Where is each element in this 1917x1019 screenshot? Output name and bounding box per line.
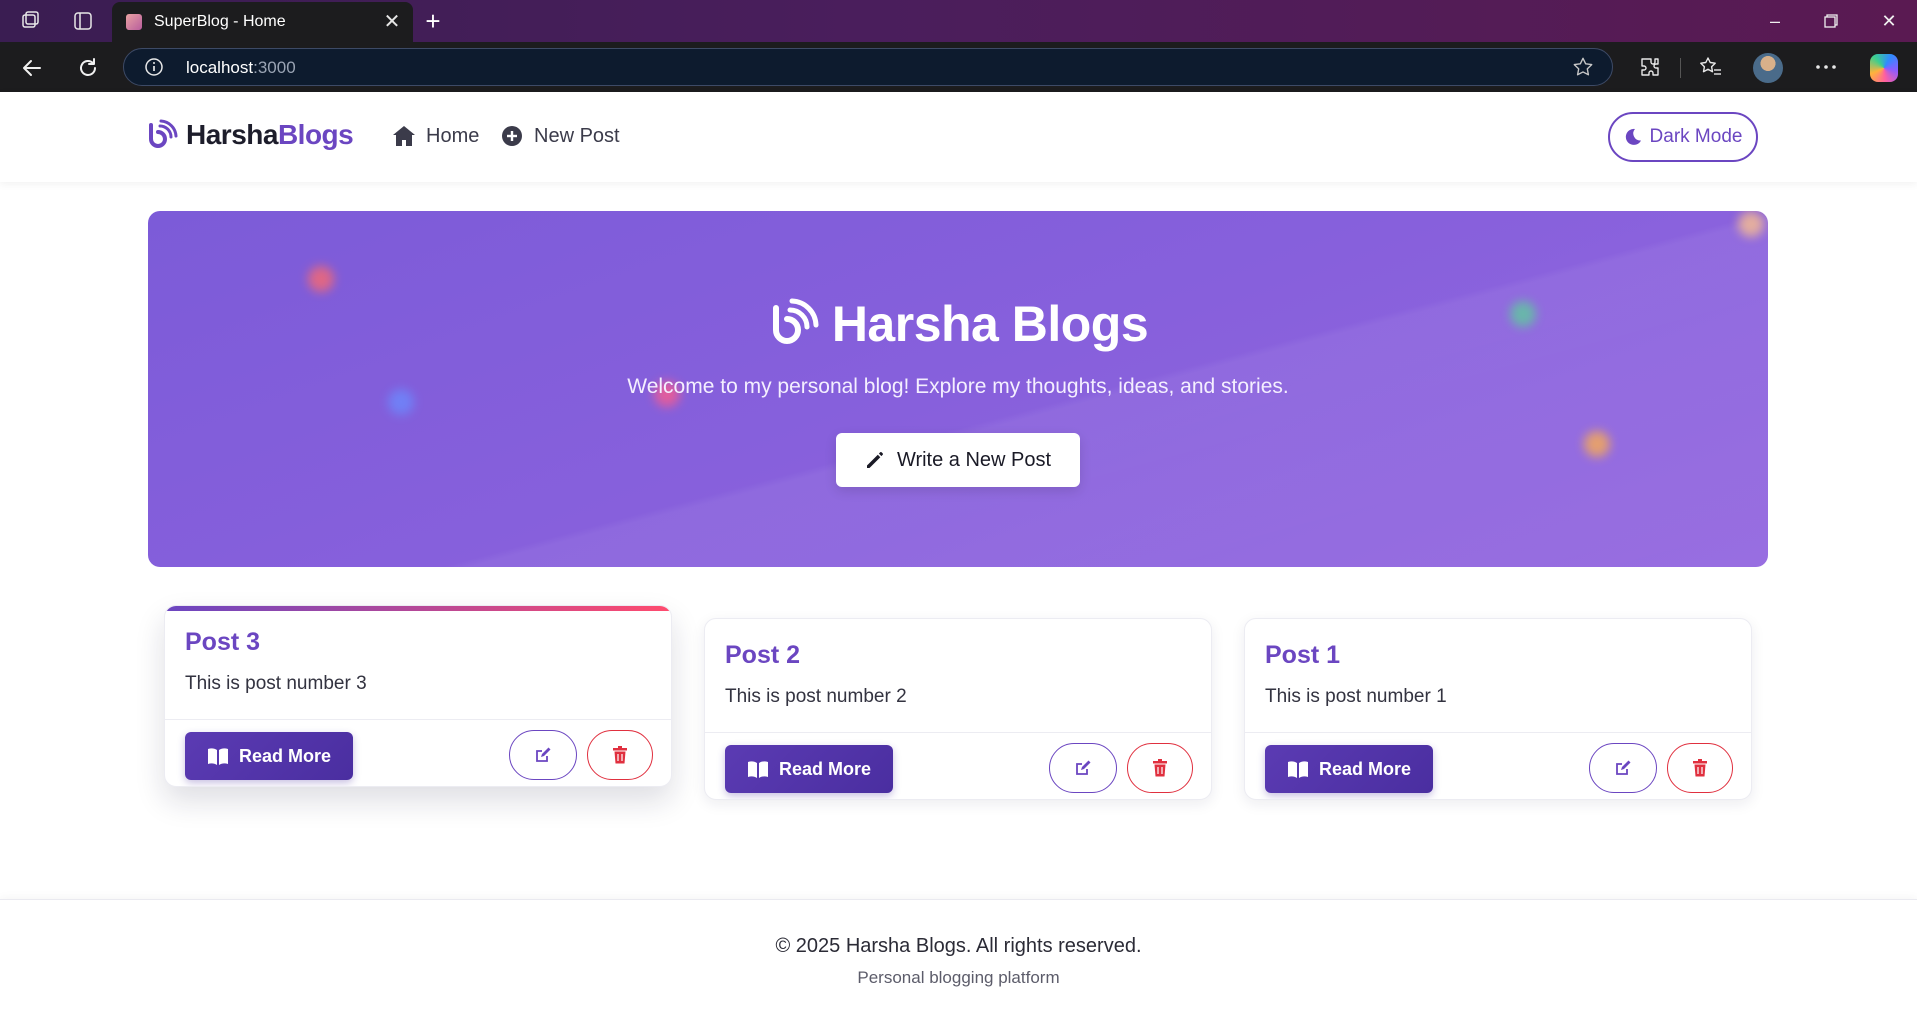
site-footer: © 2025 Harsha Blogs. All rights reserved… (0, 899, 1917, 1019)
footer-tagline: Personal blogging platform (857, 968, 1060, 987)
card-accent-bar (165, 606, 671, 611)
post-excerpt: This is post number 1 (1265, 686, 1447, 707)
post-card: Post 3 This is post number 3 Read More (164, 605, 672, 787)
home-icon (392, 124, 416, 148)
new-tab-icon[interactable]: + (420, 8, 446, 34)
trash-icon (613, 746, 627, 764)
card-divider (705, 732, 1211, 733)
nav-new-post-label: New Post (534, 124, 620, 147)
brand-name-accent: Blogs (277, 119, 354, 150)
site-navbar: HarshaBlogs Home New Post Dark Mode (0, 92, 1917, 182)
post-card: Post 2 This is post number 2 Read More (704, 618, 1212, 800)
post-title[interactable]: Post 2 (725, 641, 800, 670)
restore-icon[interactable] (1816, 8, 1846, 34)
toolbar-separator (1680, 58, 1681, 78)
nav-home-link[interactable]: Home (392, 124, 479, 148)
edit-post-button[interactable] (509, 730, 577, 780)
read-more-button[interactable]: Read More (725, 745, 893, 793)
book-open-icon (207, 748, 228, 765)
post-excerpt: This is post number 3 (185, 673, 367, 694)
profile-avatar[interactable] (1753, 53, 1783, 83)
edit-post-button[interactable] (1589, 743, 1657, 793)
minimize-icon[interactable]: – (1760, 8, 1790, 34)
url-input[interactable]: localhost:3000 (123, 48, 1613, 86)
delete-post-button[interactable] (1127, 743, 1193, 793)
trash-icon (1693, 759, 1707, 777)
back-icon[interactable] (18, 54, 46, 82)
dark-mode-label: Dark Mode (1649, 126, 1743, 147)
tab-actions-icon[interactable] (70, 9, 96, 33)
hero-subtitle: Welcome to my personal blog! Explore my … (627, 375, 1289, 398)
card-divider (165, 719, 671, 720)
read-more-button[interactable]: Read More (185, 732, 353, 780)
url-port: :3000 (253, 58, 296, 77)
browser-tab-bar: SuperBlog - Home ✕ + – ✕ (0, 0, 1917, 42)
more-icon[interactable] (1812, 53, 1840, 81)
plus-circle-icon (500, 124, 524, 148)
read-more-label: Read More (238, 745, 332, 766)
decorative-dot (1738, 211, 1764, 237)
blog-hero-icon (772, 298, 819, 344)
post-excerpt: This is post number 2 (725, 686, 907, 707)
copilot-icon[interactable] (1870, 54, 1898, 82)
book-open-icon (747, 761, 768, 778)
refresh-icon[interactable] (74, 54, 102, 82)
edit-post-button[interactable] (1049, 743, 1117, 793)
workspaces-icon[interactable] (18, 9, 44, 33)
tab-favicon-icon (126, 14, 142, 30)
browser-address-bar: localhost:3000 (0, 42, 1917, 92)
read-more-button[interactable]: Read More (1265, 745, 1433, 793)
info-icon[interactable] (144, 57, 164, 77)
window-close-icon[interactable]: ✕ (1874, 8, 1904, 34)
write-new-post-label: Write a New Post (896, 448, 1052, 471)
edit-icon (536, 747, 551, 762)
moon-icon (1625, 128, 1641, 145)
trash-icon (1153, 759, 1167, 777)
delete-post-button[interactable] (587, 730, 653, 780)
brand-name-main: Harsha (186, 119, 278, 150)
favorite-star-icon[interactable] (1572, 56, 1594, 78)
extensions-icon[interactable] (1636, 53, 1664, 81)
nav-new-post-link[interactable]: New Post (500, 124, 620, 148)
post-title[interactable]: Post 3 (185, 628, 260, 657)
brand-logo[interactable]: HarshaBlogs (146, 119, 354, 151)
dark-mode-toggle-button[interactable]: Dark Mode (1608, 112, 1758, 162)
nav-home-label: Home (426, 124, 480, 147)
delete-post-button[interactable] (1667, 743, 1733, 793)
footer-copyright: © 2025 Harsha Blogs. All rights reserved… (775, 935, 1142, 957)
post-card: Post 1 This is post number 1 Read More (1244, 618, 1752, 800)
book-open-icon (1287, 761, 1308, 778)
pencil-icon (866, 452, 883, 468)
write-new-post-button[interactable]: Write a New Post (836, 433, 1080, 487)
read-more-label: Read More (778, 758, 872, 779)
url-text: localhost:3000 (186, 58, 296, 78)
edit-icon (1076, 760, 1091, 775)
hero-heading: Harsha Blogs (148, 295, 1768, 353)
brand-name: HarshaBlogs (186, 119, 354, 151)
decorative-dot (1584, 431, 1610, 457)
card-divider (1245, 732, 1751, 733)
favorites-icon[interactable] (1697, 53, 1725, 81)
read-more-label: Read More (1318, 758, 1412, 779)
blog-brand-icon (149, 119, 178, 148)
decorative-dot (308, 266, 334, 292)
hero-banner: Harsha Blogs Welcome to my personal blog… (148, 211, 1768, 567)
active-tab[interactable]: SuperBlog - Home ✕ (112, 2, 413, 42)
post-title[interactable]: Post 1 (1265, 641, 1340, 670)
url-host: localhost (186, 58, 254, 77)
edit-icon (1616, 760, 1631, 775)
hero-title: Harsha Blogs (831, 296, 1149, 352)
close-icon[interactable]: ✕ (381, 11, 403, 33)
tab-title: SuperBlog - Home (154, 13, 286, 30)
